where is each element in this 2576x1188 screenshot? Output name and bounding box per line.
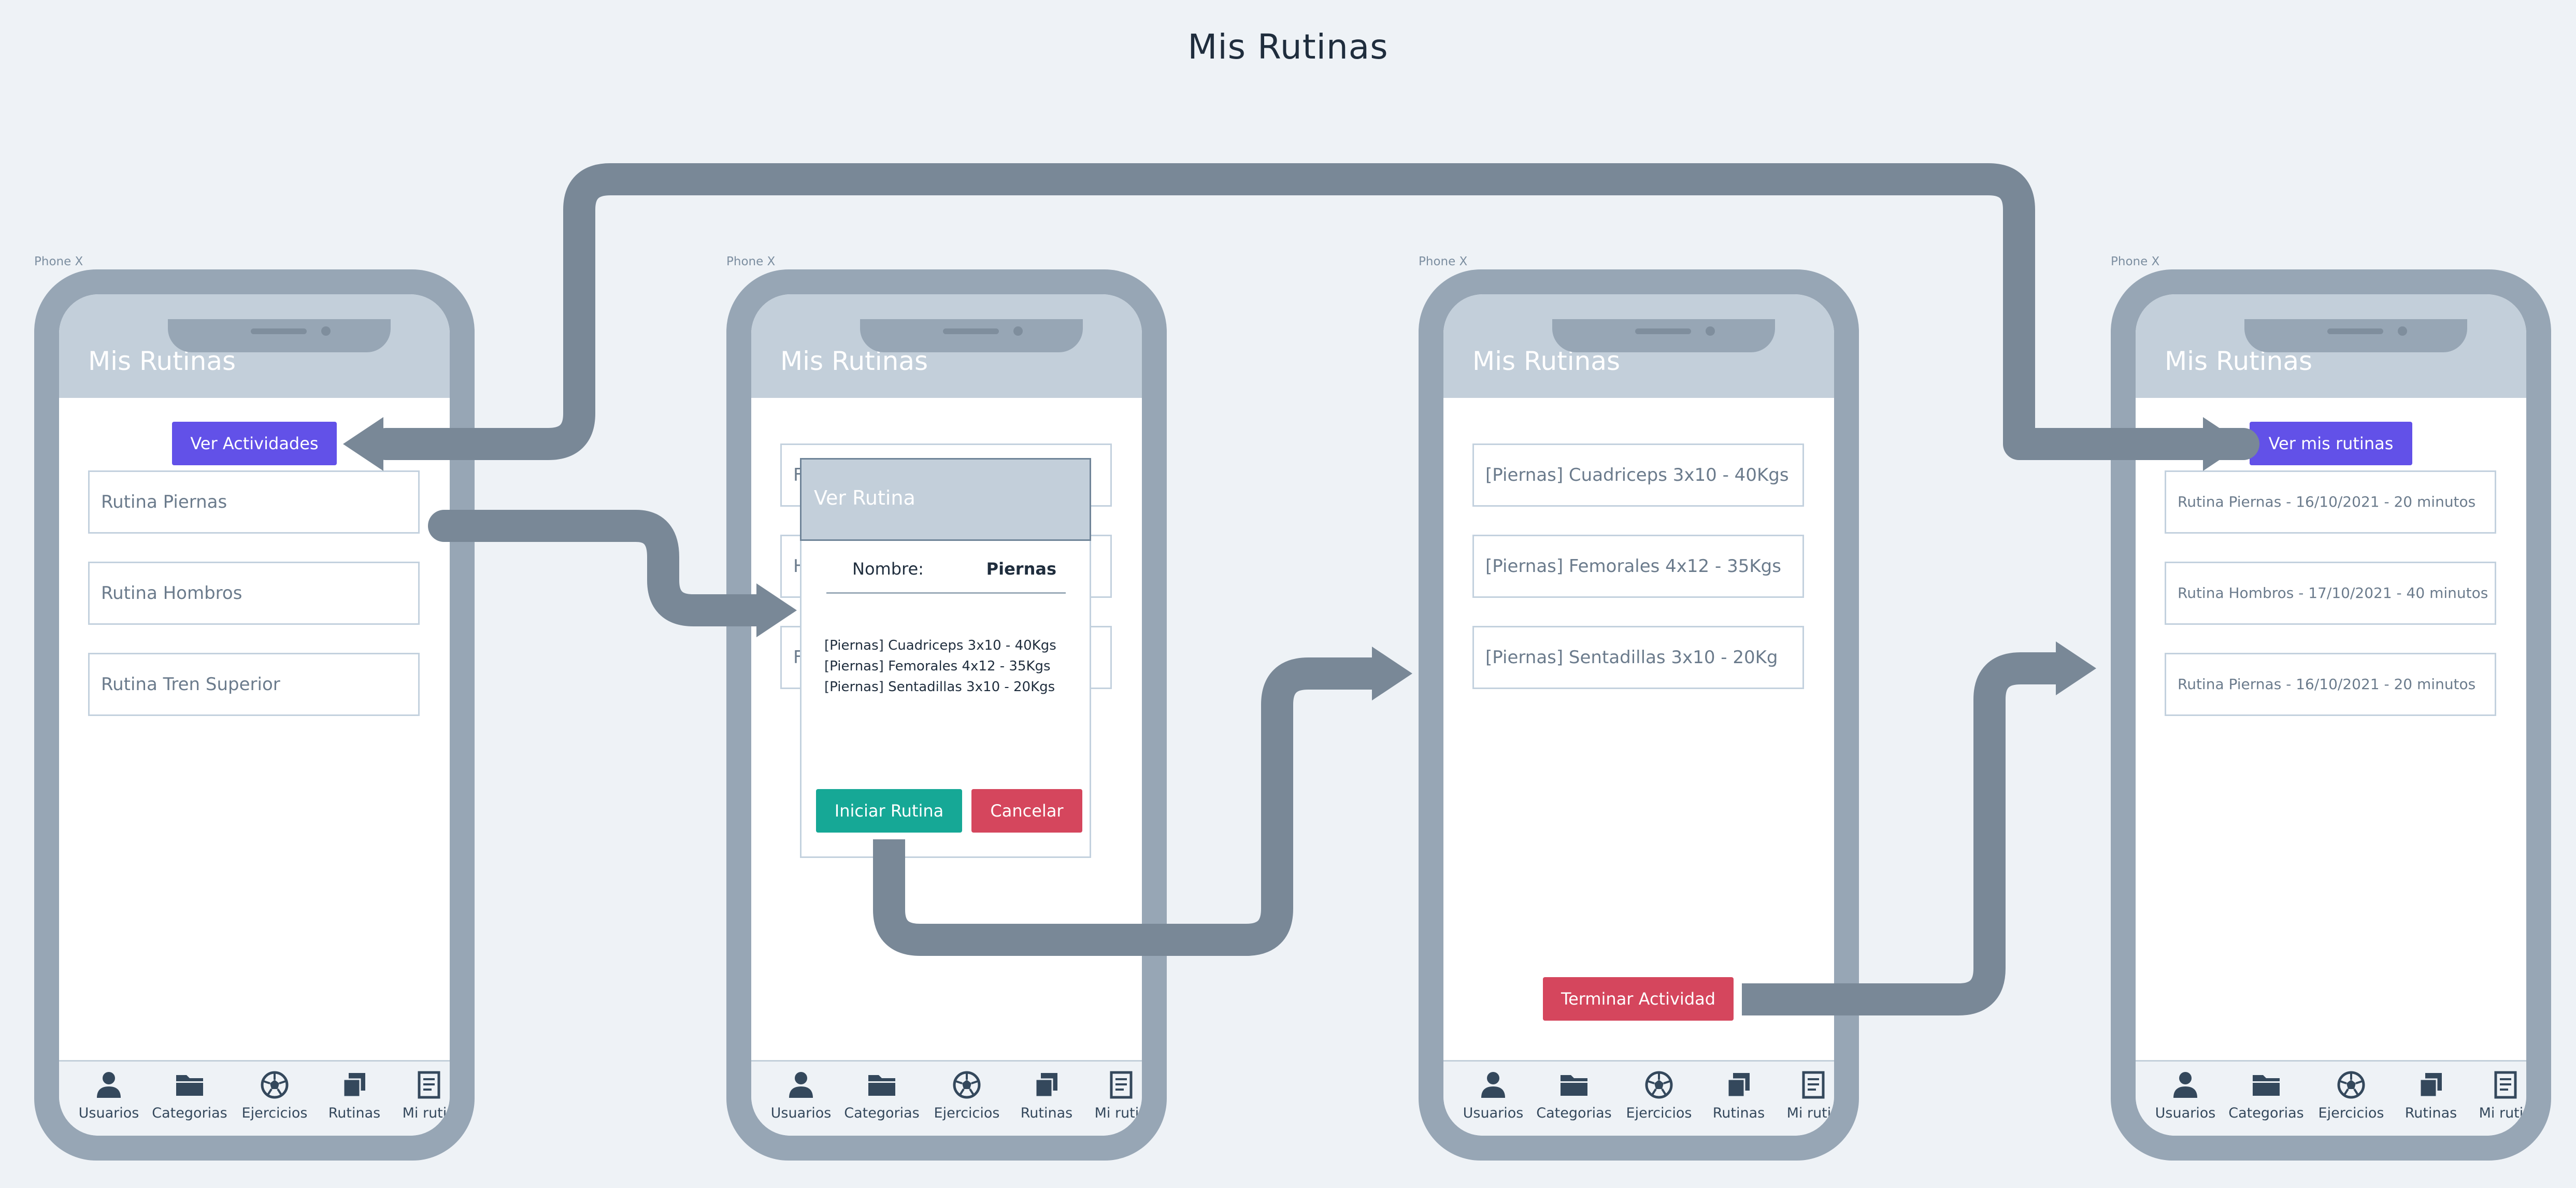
flow-origin-dot	[428, 510, 460, 542]
arrowhead-right	[756, 583, 797, 637]
flow-arrow-start-to-phone3	[873, 657, 1378, 956]
arrowhead-right	[1372, 647, 1412, 700]
flow-arrow-phone1-to-phone2	[444, 510, 762, 626]
arrowhead-left	[343, 417, 383, 471]
arrowhead-right	[2056, 641, 2096, 695]
arrowhead-right	[2203, 417, 2243, 471]
flow-arrow-finish-to-phone4	[1742, 652, 2062, 1015]
flow-arrow-top-loop	[370, 163, 2259, 460]
flow-arrows	[343, 163, 2259, 1015]
